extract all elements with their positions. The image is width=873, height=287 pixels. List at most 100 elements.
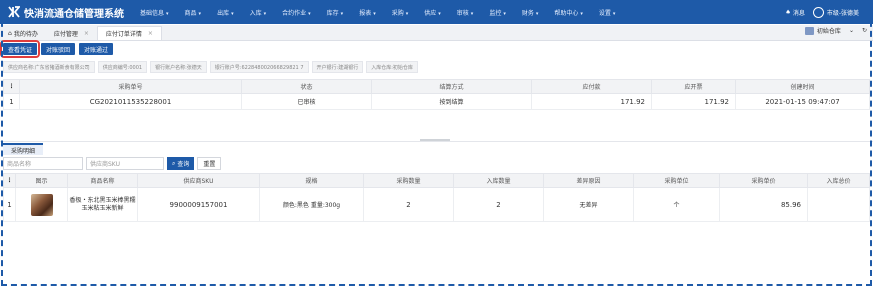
purchase-detail-table: ⋮ 图示 商品名称 供应商SKU 规格 采购数量 入库数量 差异原因 采购单位 … — [3, 173, 870, 222]
order-status: 已审核 — [241, 93, 372, 110]
menu-item[interactable]: 帮助中心 ▾ — [546, 8, 591, 17]
app-logo: 快消流通仓储管理系统 — [0, 5, 132, 20]
app-title: 快消流通仓储管理系统 — [24, 8, 124, 20]
user-name: 市级-张德美 — [826, 9, 859, 17]
column-header[interactable]: 采购数量 — [363, 173, 454, 188]
menu-item[interactable]: 出库 ▾ — [209, 8, 242, 17]
column-header[interactable]: 入库总价 — [807, 173, 870, 188]
tab-label: 我的待办 — [13, 30, 38, 38]
warehouse-selector[interactable]: 初始仓库 — [804, 26, 841, 35]
top-navigation-bar: 快消流通仓储管理系统 基础信息 ▾ 商品 ▾ 出库 ▾ 入库 ▾ 合约作业 ▾ 库存 ▾ 报… — [0, 0, 873, 24]
supplier-name-chip: 供应商名称:广东省猪酒新食有限公司 — [3, 61, 95, 73]
bank-account-name-chip: 银行账户名称:张德天 — [150, 61, 207, 73]
reject-reconciliation-button[interactable]: 对账驳回 — [41, 43, 76, 55]
divider — [0, 141, 873, 142]
purchase-qty: 2 — [363, 187, 454, 222]
column-header[interactable]: 结算方式 — [371, 79, 532, 94]
column-menu-icon[interactable]: ⋮ — [3, 173, 16, 188]
menu-item[interactable]: 合约作业 ▾ — [274, 8, 319, 17]
settlement-method: 按到结算 — [371, 93, 532, 110]
tab-payable-order-detail[interactable]: 应付订单详情 × — [96, 26, 162, 40]
page-tab-bar: ⌂ 我的待办 应付管理 × 应付订单详情 × 初始仓库 ⌄ ↻ — [0, 25, 873, 41]
menu-item[interactable]: 库存 ▾ — [319, 8, 352, 17]
purchase-unit: 个 — [633, 187, 720, 222]
product-name-input[interactable]: 商品名称 — [3, 157, 83, 170]
menu-item[interactable]: 入库 ▾ — [242, 8, 275, 17]
dashed-frame — [1, 1, 872, 286]
search-button[interactable]: ⌕ 查询 — [167, 157, 195, 170]
column-header[interactable]: 入库数量 — [453, 173, 544, 188]
warehouse-chip: 入库仓库:初始仓库 — [366, 61, 418, 73]
inbound-total — [807, 187, 870, 222]
column-header[interactable]: 图示 — [15, 173, 68, 188]
reset-button[interactable]: 重置 — [197, 157, 222, 170]
warehouse-icon — [804, 26, 814, 35]
tab-label: 应付管理 — [53, 30, 78, 38]
message-label: 消息 — [792, 9, 805, 17]
invoice-amount: 171.92 — [651, 93, 736, 110]
view-voucher-button[interactable]: 查看凭证 — [0, 40, 41, 58]
logo-icon — [8, 6, 20, 18]
column-header[interactable]: 应开票 — [651, 79, 736, 94]
bank-account-no-chip: 银行账户号:622848002066829821 7 — [209, 61, 309, 73]
tab-label: 应付订单详情 — [105, 31, 142, 38]
menu-item[interactable]: 财务 ▾ — [514, 8, 547, 17]
product-spec: 颜色:黑色 重量:300g — [259, 187, 364, 222]
tab-my-todo[interactable]: ⌂ 我的待办 — [0, 26, 46, 40]
menu-item[interactable]: 采购 ▾ — [384, 8, 417, 17]
refresh-icon[interactable]: ↻ — [862, 27, 867, 34]
menu-item[interactable]: 监控 ▾ — [481, 8, 514, 17]
column-header[interactable]: 状态 — [241, 79, 372, 94]
table-row[interactable]: 1 CG2021011535228001 已审核 按到结算 171.92 171… — [3, 93, 870, 110]
column-header[interactable]: 差异原因 — [543, 173, 634, 188]
supplier-sku-input[interactable]: 供应商SKU — [86, 157, 164, 170]
tabbar-right: 初始仓库 ⌄ ↻ — [804, 26, 867, 35]
column-header[interactable]: 规格 — [259, 173, 364, 188]
supplier-info-bar: 供应商名称:广东省猪酒新食有限公司 供应商编号:0001 银行账户名称:张德天 … — [3, 61, 418, 73]
user-menu[interactable]: 市级-张德美 — [812, 6, 859, 18]
bank-chip: 开户银行:建湖银行 — [311, 61, 364, 73]
column-header[interactable]: 采购单位 — [633, 173, 720, 188]
order-table-header: ⋮ 采购单号 状态 结算方式 应付款 应开票 创建时间 — [3, 79, 870, 94]
created-time: 2021-01-15 09:47:07 — [735, 93, 870, 110]
column-header[interactable]: 应付款 — [531, 79, 652, 94]
tab-payables[interactable]: 应付管理 × — [46, 26, 97, 40]
tab-purchase-detail[interactable]: 采购明细 — [3, 143, 44, 155]
home-icon: ⌂ — [8, 29, 12, 37]
menu-item[interactable]: 审核 ▾ — [449, 8, 482, 17]
row-index: 1 — [3, 93, 20, 110]
column-header[interactable]: 采购单号 — [19, 79, 242, 94]
row-index: 1 — [3, 187, 16, 222]
chevron-down-icon[interactable]: ⌄ — [849, 27, 854, 34]
column-header[interactable]: 商品名称 — [67, 173, 138, 188]
main-menu: 基础信息 ▾ 商品 ▾ 出库 ▾ 入库 ▾ 合约作业 ▾ 库存 ▾ 报表 ▾ 采购 ▾ 供应 ▾ … — [132, 8, 623, 17]
menu-item[interactable]: 报表 ▾ — [351, 8, 384, 17]
detail-table-header: ⋮ 图示 商品名称 供应商SKU 规格 采购数量 入库数量 差异原因 采购单位 … — [3, 173, 870, 188]
nav-right: ♠ 消息 市级-张德美 — [785, 0, 867, 24]
user-icon — [812, 6, 824, 18]
unit-price: 85.96 — [719, 187, 808, 222]
column-header[interactable]: 创建时间 — [735, 79, 870, 94]
search-label: 查询 — [177, 161, 190, 168]
close-icon[interactable]: × — [84, 30, 89, 37]
detail-filters: 商品名称 供应商SKU ⌕ 查询 重置 — [3, 157, 222, 170]
column-menu-icon[interactable]: ⋮ — [3, 79, 20, 94]
diff-reason: 无差异 — [543, 187, 634, 222]
approve-reconciliation-button[interactable]: 对账通过 — [79, 43, 114, 55]
action-buttons: 查看凭证 对账驳回 对账通过 — [0, 40, 114, 58]
menu-item[interactable]: 供应 ▾ — [416, 8, 449, 17]
warehouse-label: 初始仓库 — [816, 28, 841, 35]
menu-item[interactable]: 设置 ▾ — [591, 8, 624, 17]
product-name: 香极・东北黑玉米棒黑糯玉米粘玉米新鲜 — [67, 187, 138, 222]
menu-item[interactable]: 基础信息 ▾ — [132, 8, 177, 17]
product-thumbnail[interactable] — [15, 187, 68, 222]
table-row[interactable]: 1 香极・东北黑玉米棒黑糯玉米粘玉米新鲜 9900009157001 颜色:黑色… — [3, 187, 870, 222]
bell-icon: ♠ — [785, 8, 791, 16]
supplier-sku: 9900009157001 — [137, 187, 260, 222]
message-button[interactable]: ♠ 消息 — [785, 8, 804, 17]
menu-item[interactable]: 商品 ▾ — [177, 8, 210, 17]
supplier-code-chip: 供应商编号:0001 — [97, 61, 148, 73]
column-header[interactable]: 供应商SKU — [137, 173, 260, 188]
column-header[interactable]: 采购单价 — [719, 173, 808, 188]
close-icon[interactable]: × — [148, 30, 153, 37]
